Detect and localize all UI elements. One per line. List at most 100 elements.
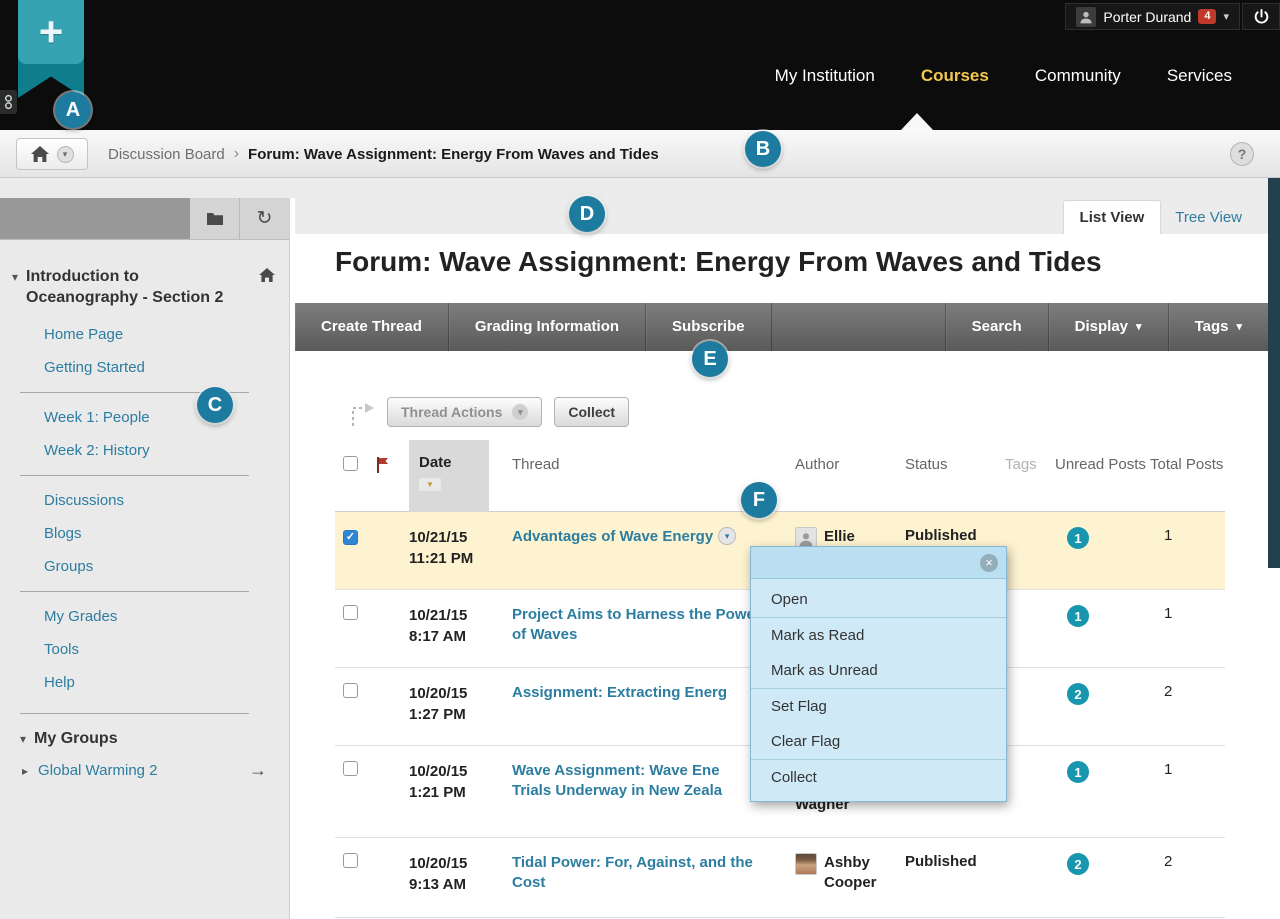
row-checkbox[interactable] [343,683,358,698]
row-checkbox[interactable] [343,605,358,620]
thread-actions-button[interactable]: Thread Actions ▾ [387,397,542,427]
plus-ribbon-top: + [18,0,84,64]
sidebar-item-my-grades[interactable]: My Grades [20,600,249,633]
row-checkbox[interactable] [343,761,358,776]
caret-down-icon: ▾ [512,404,528,420]
menu-item-mark-as-read[interactable]: Mark as Read [751,618,1006,653]
caret-down-icon: ▾ [1236,303,1242,351]
content-top-band [0,178,1280,198]
thread-link[interactable]: Advantages of Wave Energy [512,527,713,547]
course-menu-sidebar: ↻ ▾ Introduction to Oceanography - Secti… [0,198,290,919]
row-checkbox[interactable]: ✓ [343,530,358,545]
folder-icon [206,212,224,226]
tab-courses[interactable]: Courses [921,66,989,86]
caret-down-icon[interactable]: ▾ [20,732,26,746]
thread-date: 10/20/151:27 PM [409,668,512,745]
menu-item-set-flag[interactable]: Set Flag [751,689,1006,724]
tags-menu-button[interactable]: Tags▾ [1168,303,1268,351]
breadcrumb-home-button[interactable]: ▾ [16,138,88,170]
tab-community[interactable]: Community [1035,66,1121,86]
list-view-button[interactable]: List View [1063,200,1162,234]
flag-icon [375,456,391,474]
course-home-button[interactable] [259,268,275,287]
chain-link-icon [3,94,14,110]
page-title: Forum: Wave Assignment: Energy From Wave… [335,246,1268,278]
create-thread-button[interactable]: Create Thread [295,303,449,351]
unread-count-badge[interactable]: 2 [1067,683,1089,705]
search-button[interactable]: Search [945,303,1048,351]
tags-label: Tags [1195,303,1229,351]
column-header-unread-posts[interactable]: Unread Posts [1055,440,1150,512]
column-header-total-posts[interactable]: Total Posts [1150,440,1225,512]
thread-date: 10/21/1511:21 PM [409,512,512,589]
select-all-checkbox[interactable] [343,456,358,471]
unread-count-badge[interactable]: 1 [1067,605,1089,627]
user-name: Porter Durand [1103,9,1191,25]
breadcrumb: Discussion Board › Forum: Wave Assignmen… [108,130,659,178]
sidebar-collapse-strip[interactable] [0,198,190,239]
tab-services[interactable]: Services [1167,66,1232,86]
unread-count-badge[interactable]: 1 [1067,527,1089,549]
total-posts: 1 [1150,590,1225,667]
sidebar-item-getting-started[interactable]: Getting Started [20,351,249,384]
sidebar-item-blogs[interactable]: Blogs [20,517,249,550]
menu-item-clear-flag[interactable]: Clear Flag [751,724,1006,759]
caret-down-icon: ▾ [63,149,68,160]
help-button[interactable]: ? [1230,142,1254,166]
tree-view-button[interactable]: Tree View [1161,201,1256,234]
display-menu-button[interactable]: Display▾ [1048,303,1168,351]
context-menu-body: Open Mark as Read Mark as Unread Set Fla… [751,579,1006,801]
notification-badge: 4 [1198,9,1216,24]
course-title: Introduction to Oceanography - Section 2 [18,266,259,308]
column-header-author[interactable]: Author [795,440,905,512]
row-checkbox[interactable] [343,853,358,868]
logout-button[interactable] [1242,3,1280,30]
author-name[interactable]: Ellie [824,527,855,547]
sidebar-item-home-page[interactable]: Home Page [20,318,249,351]
unread-count-badge[interactable]: 1 [1067,761,1089,783]
sort-control[interactable]: ▼ [419,478,441,491]
thread-link[interactable]: Wave Assignment: Wave Ene Trials Underwa… [512,761,762,801]
sidebar-item-discussions[interactable]: Discussions [20,484,249,517]
thread-link[interactable]: Project Aims to Harness the Power of Wav… [512,605,762,645]
breadcrumb-expand-button[interactable]: ▾ [57,146,74,163]
column-header-date[interactable]: Date ▼ [409,440,489,512]
folder-view-button[interactable] [190,198,239,239]
action-bar: Create Thread Grading Information Subscr… [295,303,1268,351]
check-icon: ✓ [346,532,355,543]
thread-link[interactable]: Tidal Power: For, Against, and the Cost [512,853,762,893]
thread-actions-label: Thread Actions [401,404,502,420]
open-group-arrow-icon[interactable]: → [249,760,267,781]
sidebar-item-groups[interactable]: Groups [20,550,249,583]
thread-link[interactable]: Assignment: Extracting Energ [512,683,727,703]
menu-item-open[interactable]: Open [751,582,1006,617]
home-icon [31,146,49,162]
collect-button[interactable]: Collect [554,397,629,427]
quick-links-button[interactable] [0,90,17,114]
context-menu-header: × [751,547,1006,579]
tab-my-institution[interactable]: My Institution [775,66,875,86]
sidebar-tool-buttons: ↻ [190,198,289,239]
nav-group: My Grades Tools Help [20,591,249,699]
refresh-button[interactable]: ↻ [239,198,289,239]
author-name[interactable]: Ashby Cooper [824,853,894,893]
sidebar-item-help[interactable]: Help [20,666,249,699]
menu-item-mark-as-unread[interactable]: Mark as Unread [751,653,1006,688]
action-bar-spacer [772,303,945,351]
unread-count-badge[interactable]: 2 [1067,853,1089,875]
thread-options-chevron[interactable]: ▾ [718,527,736,545]
grading-information-button[interactable]: Grading Information [449,303,646,351]
nav-group: Discussions Blogs Groups [20,475,249,583]
callout-d: D [569,196,605,232]
sidebar-item-tools[interactable]: Tools [20,633,249,666]
column-header-status[interactable]: Status [905,440,1005,512]
user-menu[interactable]: Porter Durand 4 ▾ [1065,3,1240,30]
breadcrumb-discussion-board[interactable]: Discussion Board [108,146,225,163]
selection-arrow-icon [345,396,375,428]
sidebar-item-global-warming-2[interactable]: Global Warming 2 [28,754,158,787]
caret-down-icon: ▾ [725,531,730,542]
menu-item-collect[interactable]: Collect [751,760,1006,795]
close-icon[interactable]: × [980,554,998,572]
sidebar-item-week-2-history[interactable]: Week 2: History [20,434,249,467]
user-avatar [1076,7,1096,27]
